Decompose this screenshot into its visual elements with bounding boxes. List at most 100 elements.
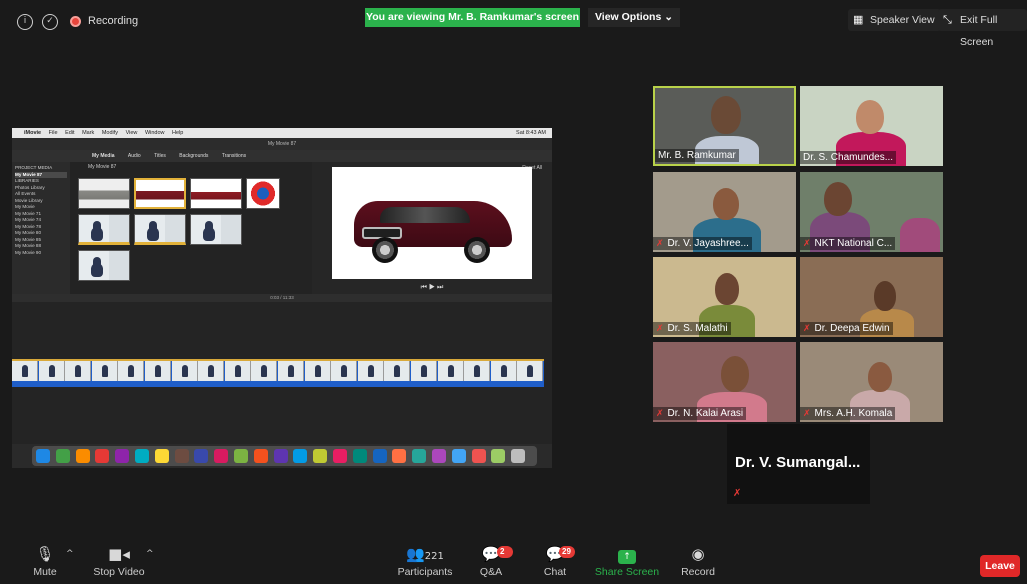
participant-name: ✗ Dr. Deepa Edwin	[800, 322, 893, 335]
video-tile[interactable]: Dr. S. Chamundes...	[800, 86, 943, 166]
tab-transitions: Transitions	[221, 153, 247, 159]
timecode: 0:03 / 11:33	[270, 295, 294, 300]
leave-button[interactable]: Leave	[980, 555, 1020, 577]
timeline-clip	[38, 361, 65, 381]
media-thumbnail-logo	[246, 178, 280, 209]
timeline-header: 0:03 / 11:33	[12, 294, 552, 302]
record-button[interactable]: ◉ Record	[676, 540, 720, 584]
muted-mic-icon: ✗	[656, 324, 664, 334]
media-thumbnail-car	[134, 178, 186, 209]
dock-app-icon	[352, 449, 367, 463]
dock-app-icon	[333, 449, 347, 463]
mac-clock: Sat 8:43 AM	[516, 130, 546, 136]
dock-app-icon	[491, 449, 506, 463]
participant-name: Dr. V. Sumangal...	[735, 454, 861, 471]
share-screen-button[interactable]: ↑ Share Screen	[594, 540, 660, 584]
media-thumbnail-video	[134, 214, 186, 245]
participants-button[interactable]: 👥221 Participants	[390, 540, 460, 584]
dock-app-icon	[154, 449, 169, 463]
video-tile[interactable]: ✗ Mrs. A.H. Komala	[800, 342, 943, 422]
dock-app-icon	[36, 449, 50, 463]
participant-face	[824, 182, 852, 216]
media-thumbnail-video	[190, 214, 242, 245]
security-shield-icon[interactable]: ✓	[42, 14, 58, 30]
dock-app-icon	[471, 449, 486, 463]
muted-mic-icon: ✗	[656, 409, 664, 419]
tab-audio: Audio	[127, 153, 141, 159]
browser-heading: My Movie 87	[88, 164, 117, 170]
share-screen-icon-wrap: ↑	[594, 540, 660, 566]
record-icon: ◉	[691, 545, 705, 563]
timeline-clip	[12, 361, 38, 381]
video-tile[interactable]: ✗ Dr. N. Kalai Arasi	[653, 342, 796, 422]
imovie-timeline: 0:03 / 11:33	[12, 294, 552, 444]
video-tile[interactable]: ✗ Dr. S. Malathi	[653, 257, 796, 337]
timeline-clip	[65, 361, 92, 381]
car-wheel	[372, 237, 398, 263]
record-label: Record	[681, 566, 715, 578]
participant-face	[868, 362, 892, 392]
share-screen-label: Share Screen	[594, 566, 660, 578]
timeline-clip	[145, 361, 171, 381]
video-tile[interactable]: ✗ NKT National C...	[800, 172, 943, 252]
dock-app-icon	[273, 449, 288, 463]
tab-my-media: My Media	[92, 153, 115, 159]
dock-app-icon	[115, 449, 130, 463]
view-options-button[interactable]: View Options ⌄	[588, 8, 680, 27]
stop-video-button[interactable]: ■◂ Stop Video	[88, 540, 150, 584]
mute-button[interactable]: 🎙 Mute	[22, 540, 68, 584]
chat-badge: 29	[559, 546, 575, 558]
speaker-view-button[interactable]: ▦ Speaker View	[848, 9, 941, 31]
muted-mic-icon: ✗	[803, 324, 811, 334]
shared-screen: iMovie File Edit Mark Modify View Window…	[12, 128, 552, 468]
info-icon[interactable]: i	[17, 14, 33, 30]
timeline-clip	[118, 361, 145, 381]
imovie-tab-bar: My Media Audio Titles Backgrounds Transi…	[12, 150, 552, 162]
imovie-title-bar: My Movie 87	[12, 138, 552, 150]
mac-menu-item: Edit	[65, 130, 75, 136]
audio-options-chevron-icon[interactable]: ^	[66, 549, 74, 559]
timeline-clip	[171, 361, 198, 381]
dock-app-icon	[412, 449, 427, 463]
timeline-clip	[304, 361, 331, 381]
video-camera-icon: ■◂	[108, 545, 130, 563]
timeline-clip	[278, 361, 304, 381]
microphone-icon: 🎙	[35, 545, 55, 563]
timeline-clips	[12, 359, 544, 387]
video-tile[interactable]: Mr. B. Ramkumar	[653, 86, 796, 166]
video-options-chevron-icon[interactable]: ^	[146, 549, 154, 559]
participant-face	[721, 356, 749, 392]
mac-menu-item: Mark	[82, 130, 95, 136]
dock-app-icon	[55, 449, 70, 463]
video-tile-no-camera[interactable]: Dr. V. Sumangal... ✗	[727, 424, 870, 504]
timeline-clip	[490, 361, 517, 381]
muted-mic-icon: ✗	[803, 409, 811, 419]
dock-app-icon	[194, 449, 209, 463]
mac-menu-bar: iMovie File Edit Mark Modify View Window…	[12, 128, 552, 138]
participants-label: Participants	[397, 566, 453, 578]
top-bar: i ✓ Recording You are viewing Mr. B. Ram…	[0, 0, 1027, 48]
dock-app-icon	[451, 449, 466, 463]
dock-app-icon	[372, 449, 387, 463]
media-thumbnail-car	[190, 178, 242, 209]
dock-app-icon	[313, 449, 328, 463]
timeline-clip	[384, 361, 411, 381]
mac-menu-item: View	[125, 130, 138, 136]
qa-label: Q&A	[479, 566, 503, 578]
video-tile[interactable]: ✗ Dr. V. Jayashree...	[653, 172, 796, 252]
dock-app-icon	[253, 449, 268, 463]
participant-name: Mr. B. Ramkumar	[655, 149, 739, 162]
speaker-view-icon: ▦	[853, 14, 864, 26]
mac-menu-item: File	[48, 130, 58, 136]
dock-app-icon	[392, 449, 407, 463]
video-tile[interactable]: ✗ Dr. Deepa Edwin	[800, 257, 943, 337]
mac-menu-item: iMovie	[24, 130, 42, 136]
timeline-clip	[91, 361, 118, 381]
mac-menu-item: Modify	[101, 130, 119, 136]
dock-app-icon	[432, 449, 446, 463]
imovie-project-title: My Movie 87	[267, 141, 297, 147]
meeting-controls: 🎙 Mute ^ ■◂ Stop Video ^ 👥221 Participan…	[0, 540, 1027, 584]
dock-app-icon	[135, 449, 149, 463]
tab-backgrounds: Backgrounds	[179, 153, 209, 159]
exit-fullscreen-button[interactable]: ⤡ Exit Full Screen	[938, 9, 1027, 48]
